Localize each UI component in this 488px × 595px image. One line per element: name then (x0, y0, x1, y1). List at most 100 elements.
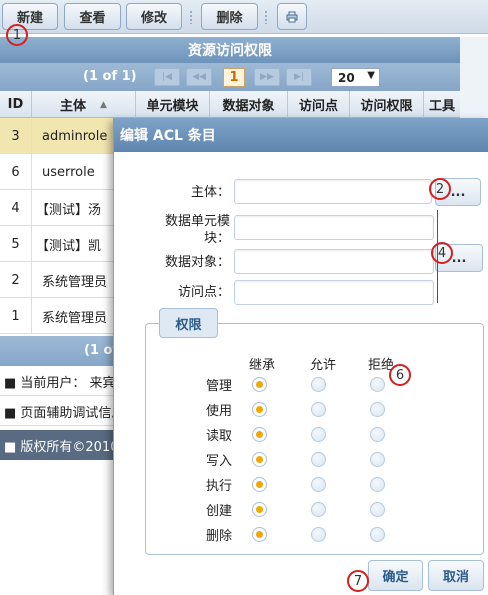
current-user-info: ■ 当前用户： 来宾 (0, 368, 120, 396)
subject-input[interactable] (234, 179, 432, 204)
edit-button[interactable]: 修改 (126, 3, 182, 30)
prev-page-button[interactable]: ◀◀ (186, 68, 212, 86)
row-subject: 系统管理员 (42, 274, 108, 290)
copyright-bar: ■ 版权所有©2010 (0, 430, 120, 460)
permission-radio[interactable] (252, 452, 267, 467)
last-page-button[interactable]: ▶| (286, 68, 312, 86)
column-header-permission[interactable]: 访问权限 (350, 91, 424, 118)
grid-title: 资源访问权限 (0, 37, 460, 63)
object-input[interactable] (234, 249, 434, 274)
permission-radio[interactable] (252, 402, 267, 417)
column-header-object[interactable]: 数据对象 (210, 91, 288, 118)
object-label: 数据对象： (164, 255, 230, 270)
footer-pager: (1 of (0, 336, 120, 366)
permission-radio[interactable] (311, 427, 326, 442)
row-subject: 系统管理员 (42, 310, 108, 326)
row-subject: 【测试】凯 (36, 238, 102, 254)
first-page-button[interactable]: |◀ (154, 68, 180, 86)
permission-radio[interactable] (311, 477, 326, 492)
current-page[interactable]: 1 (223, 68, 245, 87)
permissions-tab[interactable]: 权限 (159, 308, 218, 338)
permission-radio[interactable] (370, 477, 385, 492)
row-id: 1 (0, 298, 32, 334)
annotation-marker: 6 (389, 364, 411, 386)
delete-button[interactable]: 删除 (201, 3, 258, 30)
table-row[interactable]: 4 【测试】汤 (0, 190, 118, 226)
permission-label: 读取 (205, 429, 232, 444)
ok-button[interactable]: 确定 (368, 560, 423, 591)
permission-label: 写入 (205, 454, 232, 469)
sort-icon: ▲ (100, 99, 107, 110)
access-point-input[interactable] (234, 280, 434, 305)
annotation-marker: 7 (347, 570, 369, 592)
grid-right-edge (460, 37, 488, 123)
annotation-marker: 2 (429, 178, 451, 200)
permission-radio[interactable] (252, 502, 267, 517)
permission-label: 删除 (205, 529, 232, 544)
permission-radio[interactable] (370, 502, 385, 517)
table-row[interactable]: 6 userrole (0, 154, 118, 190)
column-header-row: ID 主体 ▲ 单元模块 数据对象 访问点 访问权限 工具 (0, 91, 460, 118)
permission-label: 管理 (205, 379, 232, 394)
row-subject: 【测试】汤 (36, 202, 102, 218)
row-id: 4 (0, 190, 32, 226)
annotation-marker: 1 (6, 24, 28, 46)
next-page-button[interactable]: ▶▶ (254, 68, 280, 86)
permission-radio[interactable] (311, 527, 326, 542)
table-row[interactable]: 2 系统管理员 (0, 262, 118, 298)
dropdown-arrow-icon: ▼ (367, 70, 375, 81)
column-header-access-point[interactable]: 访问点 (288, 91, 350, 118)
dialog-title: 编辑 ACL 条目 (114, 118, 488, 152)
permission-radio[interactable] (311, 377, 326, 392)
perm-col-allow: 允许 (310, 358, 337, 373)
permission-radio[interactable] (252, 377, 267, 392)
permission-radio[interactable] (252, 527, 267, 542)
toolbar-separator (189, 10, 193, 24)
view-button[interactable]: 查看 (64, 3, 121, 30)
module-label-line1: 数据单元模 (164, 214, 230, 229)
permission-label: 创建 (205, 504, 232, 519)
column-header-id[interactable]: ID (0, 91, 32, 118)
page-info: (1 of 1) (83, 69, 137, 84)
row-id: 6 (0, 154, 32, 190)
toolbar: 新建 查看 修改 删除 (0, 0, 488, 34)
permission-radio[interactable] (370, 377, 385, 392)
annotation-marker: 4 (431, 242, 453, 264)
module-label-line2: 块： (203, 231, 230, 246)
column-header-tools[interactable]: 工具 (424, 91, 460, 118)
perm-col-inherit: 继承 (249, 358, 276, 373)
subject-label: 主体： (190, 185, 230, 200)
table-row[interactable]: 5 【测试】凯 (0, 226, 118, 262)
module-input[interactable] (234, 215, 434, 240)
cancel-button[interactable]: 取消 (428, 560, 484, 591)
permission-label: 使用 (205, 404, 232, 419)
permission-radio[interactable] (252, 477, 267, 492)
row-subject: adminrole (42, 128, 108, 144)
column-header-subject[interactable]: 主体 ▲ (32, 91, 136, 118)
permission-radio[interactable] (311, 452, 326, 467)
debug-info[interactable]: ■ 页面辅助调试信息 (0, 398, 120, 426)
permission-radio[interactable] (311, 402, 326, 417)
table-row[interactable]: 3 adminrole (0, 118, 118, 154)
page-size-value: 20 (338, 70, 355, 85)
column-header-module[interactable]: 单元模块 (136, 91, 210, 118)
permission-radio[interactable] (370, 427, 385, 442)
permission-radio[interactable] (370, 527, 385, 542)
table-row[interactable]: 1 系统管理员 (0, 298, 118, 334)
row-id: 2 (0, 262, 32, 298)
access-point-label: 访问点： (177, 285, 230, 300)
toolbar-separator (264, 10, 268, 24)
permission-radio[interactable] (311, 502, 326, 517)
permission-label: 执行 (205, 479, 232, 494)
print-icon (286, 11, 298, 22)
page-size-select[interactable]: 20 ▼ (331, 68, 380, 87)
column-header-subject-label: 主体 (60, 99, 87, 114)
module-label: 数据单元模 块： (154, 213, 230, 247)
row-id: 5 (0, 226, 32, 262)
grid-pager: (1 of 1) |◀ ◀◀ 1 ▶▶ ▶| 20 ▼ (0, 63, 460, 91)
permission-radio[interactable] (370, 452, 385, 467)
permission-radio[interactable] (252, 427, 267, 442)
permission-radio[interactable] (370, 402, 385, 417)
row-subject: userrole (42, 164, 95, 180)
print-button[interactable] (277, 3, 307, 30)
